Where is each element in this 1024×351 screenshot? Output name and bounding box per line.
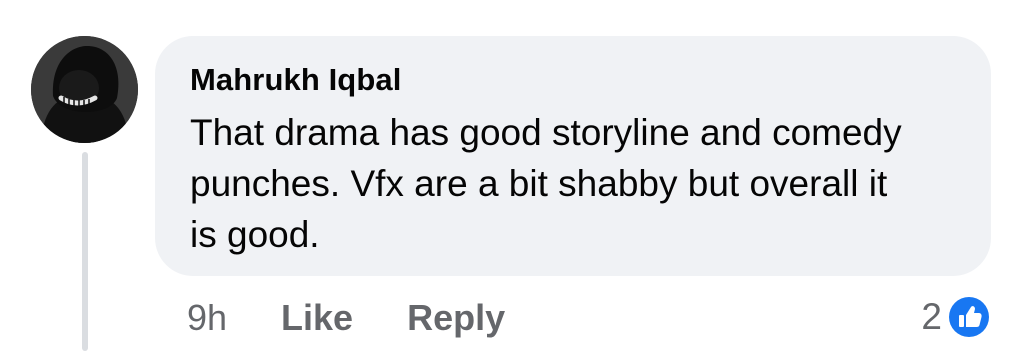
reaction-count: 2	[921, 296, 942, 337]
comment-actions: 9h Like Reply	[187, 296, 505, 340]
reply-thread-line	[82, 152, 88, 351]
comment-text: That drama has good storyline and comedy…	[190, 112, 902, 255]
like-button[interactable]: Like	[281, 297, 353, 339]
comment-bubble: Mahrukh Iqbal That drama has good storyl…	[155, 36, 991, 276]
reaction-summary[interactable]: 2	[921, 294, 992, 340]
comment-container: Mahrukh Iqbal That drama has good storyl…	[0, 0, 1024, 351]
avatar-image	[31, 36, 138, 143]
comment-timestamp[interactable]: 9h	[187, 297, 227, 339]
like-icon	[946, 294, 992, 340]
reply-button[interactable]: Reply	[407, 297, 505, 339]
avatar[interactable]	[31, 36, 138, 143]
comment-author[interactable]: Mahrukh Iqbal	[190, 60, 961, 100]
